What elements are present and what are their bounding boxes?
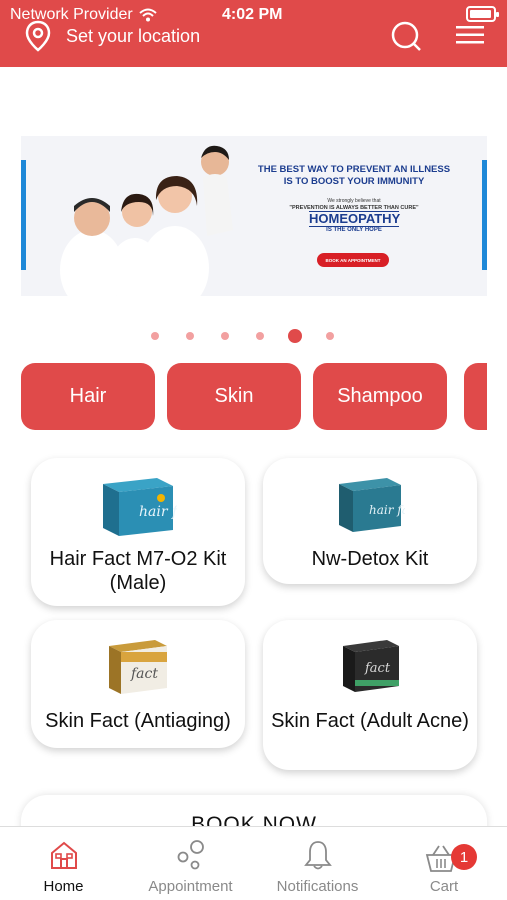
menu-icon[interactable] xyxy=(456,25,484,45)
product-box-text: hair fact xyxy=(369,503,405,517)
location-pin-icon xyxy=(25,20,51,52)
status-time: 4:02 PM xyxy=(222,6,283,23)
carousel-dot-active[interactable] xyxy=(287,329,302,343)
product-card[interactable]: fact Skin Fact (Adult Acne) xyxy=(263,620,477,770)
battery-icon xyxy=(466,6,499,22)
home-icon xyxy=(51,841,77,869)
appointment-icon xyxy=(177,840,204,870)
product-name: Skin Fact (Adult Acne) xyxy=(271,710,469,732)
carousel-dot[interactable] xyxy=(255,332,264,340)
product-box-text: hair fact xyxy=(139,504,177,520)
carousel-dot[interactable] xyxy=(150,332,159,340)
tab-notifications-label: Notifications xyxy=(276,878,359,895)
cart-badge: 1 xyxy=(451,844,477,870)
app-header: Network Provider 4:02 PM Set your locati… xyxy=(0,0,507,67)
product-image: hair fact xyxy=(103,478,177,536)
product-name: Nw-Detox Kit xyxy=(311,548,429,570)
location-label: Set your location xyxy=(66,25,201,46)
banner-accent-left xyxy=(21,160,26,270)
category-chip-shampoo[interactable]: Shampoo xyxy=(313,363,447,430)
banner-cta-button[interactable]: BOOK AN APPOINTMENT xyxy=(317,253,389,267)
carousel-dot[interactable] xyxy=(220,332,229,340)
carousel-dot[interactable] xyxy=(185,332,194,340)
banner-small-text: We strongly believe that xyxy=(327,198,381,204)
bell-icon xyxy=(304,841,332,870)
category-chip-skin[interactable]: Skin xyxy=(167,363,301,430)
bottom-tab-bar: Home Appointment Notifications 1 Cart xyxy=(0,826,507,900)
category-chip-more[interactable] xyxy=(464,363,487,430)
promo-banner[interactable]: THE BEST WAY TO PREVENT AN ILLNESS IS TO… xyxy=(21,136,487,296)
tab-notifications[interactable]: Notifications xyxy=(254,827,381,900)
product-card[interactable]: hair fact Hair Fact M7-O2 Kit (Male) xyxy=(31,458,245,606)
carousel-pagination xyxy=(0,328,507,344)
location-selector[interactable]: Set your location xyxy=(24,20,200,52)
tab-home[interactable]: Home xyxy=(0,827,127,900)
product-box-text: fact xyxy=(364,661,391,676)
banner-title: HOMEOPATHY xyxy=(309,211,401,227)
product-image: hair fact xyxy=(339,478,405,532)
app-screen: Network Provider 4:02 PM Set your locati… xyxy=(0,0,507,900)
banner-headline-line2: IS TO BOOST YOUR IMMUNITY xyxy=(283,176,425,187)
banner-headline-line1: THE BEST WAY TO PREVENT AN ILLNESS xyxy=(257,164,451,175)
product-name: Hair Fact M7-O2 Kit (Male) xyxy=(49,548,227,594)
tab-cart-label: Cart xyxy=(429,878,459,895)
product-card[interactable]: hair fact Nw-Detox Kit xyxy=(263,458,477,584)
tab-appointment-label: Appointment xyxy=(148,878,233,895)
tab-appointment[interactable]: Appointment xyxy=(127,827,254,900)
family-photo xyxy=(60,145,233,296)
product-card[interactable]: fact Skin Fact (Antiaging) xyxy=(31,620,245,748)
search-icon[interactable] xyxy=(390,20,422,52)
product-image: fact xyxy=(343,640,399,692)
tab-cart[interactable]: 1 Cart xyxy=(381,827,507,900)
tab-home-label: Home xyxy=(43,878,84,895)
banner-subtitle: IS THE ONLY HOPE xyxy=(326,227,382,233)
category-chips: Hair Skin Shampoo xyxy=(21,363,487,431)
product-image: fact xyxy=(109,640,167,694)
banner-headline: THE BEST WAY TO PREVENT AN ILLNESS IS TO… xyxy=(249,164,459,188)
battery-level xyxy=(470,10,491,18)
carousel-dot[interactable] xyxy=(325,332,334,340)
product-name: Skin Fact (Antiaging) xyxy=(45,710,231,732)
product-box-text: fact xyxy=(130,666,158,682)
category-chip-hair[interactable]: Hair xyxy=(21,363,155,430)
banner-accent-right xyxy=(482,160,487,270)
